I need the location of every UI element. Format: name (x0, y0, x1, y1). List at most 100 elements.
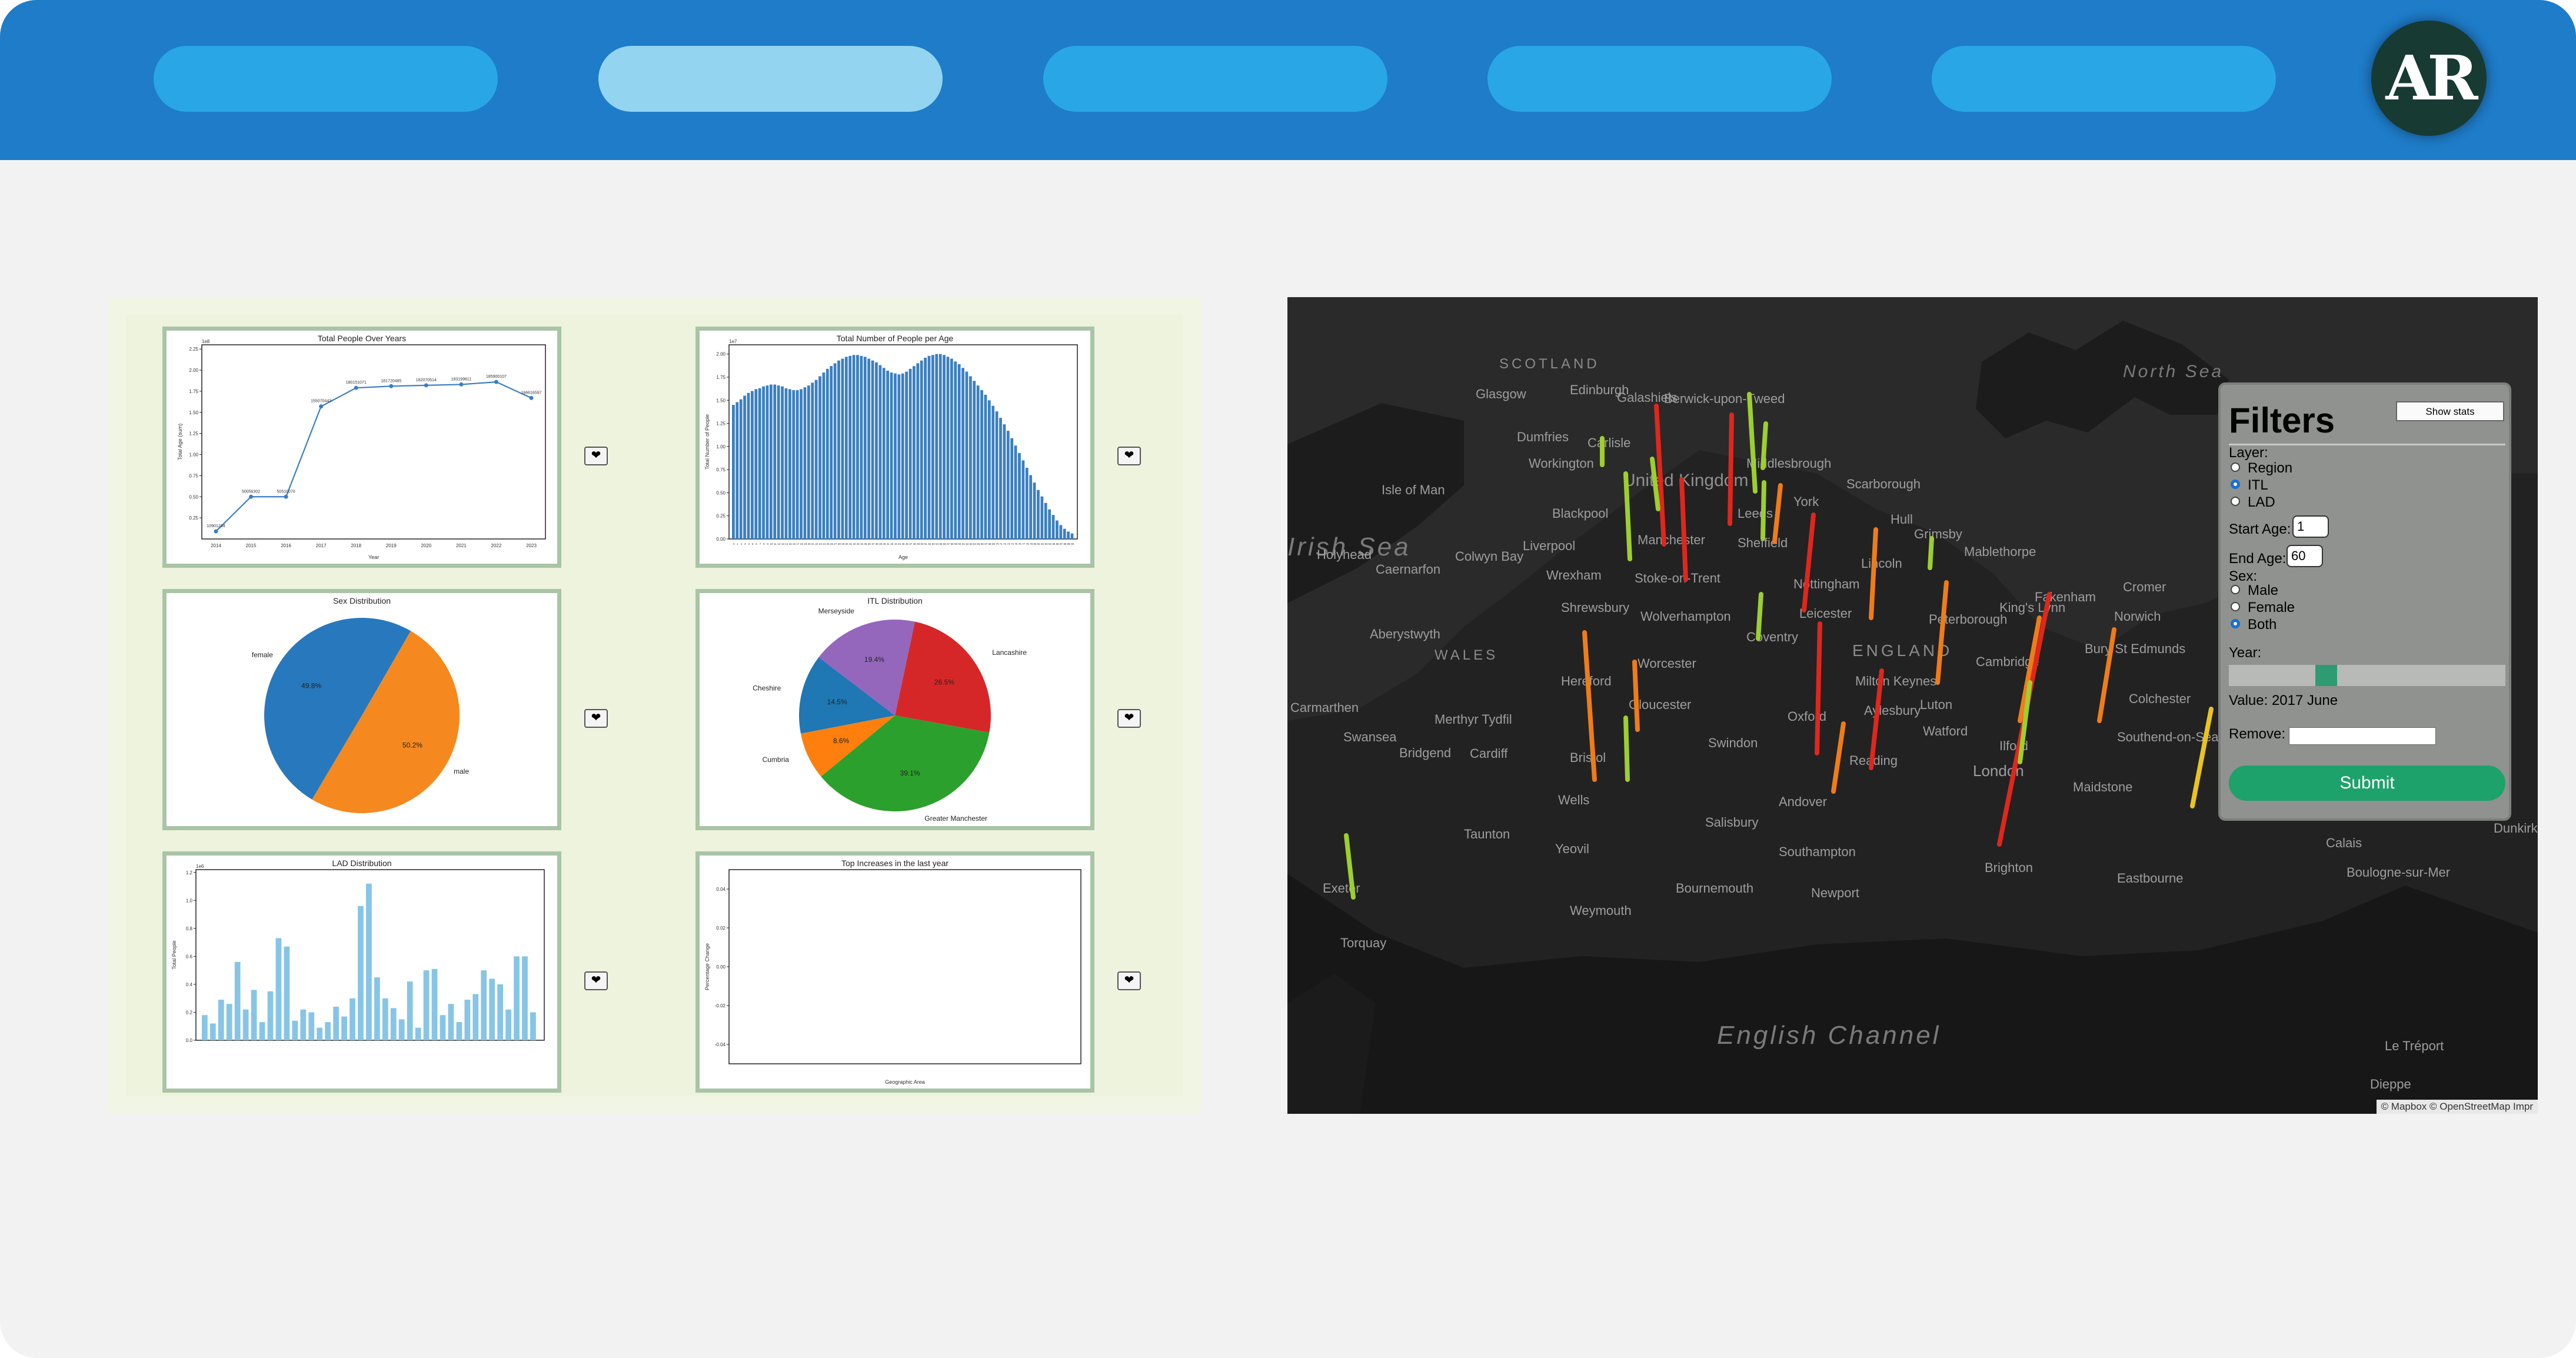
map-bar[interactable] (1935, 580, 1949, 685)
chart-card-top-increases: Top Increases in the last year Geographic… (695, 851, 1094, 1093)
layer-radio-region[interactable] (2231, 462, 2240, 472)
age-bar (1033, 482, 1036, 539)
map-bar[interactable] (1869, 527, 1878, 620)
y-tick-label: 2.00 (189, 368, 198, 373)
age-bar (822, 372, 826, 539)
chart-title: Total People Over Years (318, 334, 406, 343)
age-bar (875, 362, 878, 539)
show-stats-button[interactable]: Show stats (2396, 401, 2504, 421)
x-tick-label: 10 (770, 542, 774, 545)
x-tick-label: 23 (819, 542, 823, 545)
map-bar[interactable] (1582, 630, 1597, 782)
y-tick-label: 1.2 (186, 870, 193, 876)
favorite-button-6[interactable]: ❤ (1117, 971, 1141, 990)
x-tick-label: 2021 (456, 543, 467, 548)
nav-pill-3[interactable] (1043, 46, 1387, 112)
logo-text: AR (2385, 42, 2478, 114)
layer-radio-itl[interactable] (2231, 480, 2240, 489)
age-bar (803, 387, 807, 539)
year-slider[interactable] (2229, 665, 2505, 686)
age-bar (788, 389, 791, 539)
map-bar[interactable] (1815, 621, 1822, 755)
map-bar[interactable] (1928, 536, 1934, 570)
map-attribution[interactable]: © Mapbox © OpenStreetMap Impr (2376, 1100, 2538, 1114)
x-tick-label: 89 (1067, 542, 1071, 545)
x-tick-label: 80 (1033, 542, 1037, 545)
y-tick-label: 1.75 (189, 389, 198, 394)
y-tick-label: 2.25 (189, 347, 198, 352)
ar-logo[interactable]: AR (2371, 21, 2487, 136)
age-bar (781, 386, 784, 539)
submit-button[interactable]: Submit (2229, 765, 2505, 801)
heart-icon: ❤ (1124, 974, 1134, 987)
sex-radio-both[interactable] (2231, 619, 2240, 628)
age-bar (912, 366, 916, 539)
map-bar[interactable] (1869, 668, 1884, 770)
map-bar[interactable] (1747, 392, 1758, 494)
axis-scale-label: 1e7 (729, 339, 737, 344)
nav-pill-1[interactable] (154, 46, 498, 112)
series-line (215, 381, 532, 532)
x-tick-label: 2023 (526, 543, 537, 548)
age-bar (758, 388, 761, 539)
map-bar[interactable] (2097, 627, 2116, 723)
nav-pill-2-active[interactable] (598, 46, 943, 112)
map-bar[interactable] (1344, 833, 1356, 900)
favorite-button-5[interactable]: ❤ (584, 971, 608, 990)
age-bar (871, 360, 874, 539)
favorite-button-4[interactable]: ❤ (1117, 709, 1141, 728)
map-bar[interactable] (2190, 707, 2214, 808)
end-age-input[interactable]: 60 (2287, 545, 2323, 567)
data-point (529, 395, 534, 400)
x-tick-label: 72 (1003, 542, 1007, 545)
x-tick-label: 31 (849, 542, 853, 545)
age-bar (969, 376, 972, 539)
start-age-input[interactable]: 1 (2292, 515, 2329, 538)
age-bar (773, 384, 777, 539)
chart-title: Top Increases in the last year (841, 858, 948, 868)
y-axis-label: Total People (171, 940, 177, 970)
remove-input[interactable] (2289, 727, 2436, 745)
age-bar (905, 371, 908, 539)
layer-radio-lad[interactable] (2231, 497, 2240, 506)
map-bar[interactable] (1728, 412, 1734, 526)
age-bar (800, 389, 803, 539)
map-bar[interactable] (1760, 480, 1766, 541)
map-bar[interactable] (1654, 404, 1666, 547)
x-tick-label: 44 (898, 542, 901, 545)
nav-pill-4[interactable] (1487, 46, 1832, 112)
x-tick-label: 82 (1041, 542, 1044, 545)
x-tick-label: 2017 (316, 543, 327, 548)
x-axis-label: Year (368, 554, 379, 560)
map-bar[interactable] (1623, 715, 1630, 782)
map-bar[interactable] (1760, 421, 1768, 470)
favorite-button-1[interactable]: ❤ (584, 447, 608, 465)
x-tick-label: 51 (924, 542, 928, 545)
map-bar[interactable] (1772, 483, 1783, 544)
data-point (214, 529, 218, 534)
x-tick-label: 73 (1007, 542, 1011, 545)
y-tick-label: 1.00 (716, 444, 725, 450)
x-tick-label: 32 (853, 542, 856, 545)
x-tick-label: 1 (737, 542, 738, 545)
age-bar (844, 357, 848, 539)
map-bar[interactable] (1831, 721, 1846, 794)
map-bar[interactable] (1756, 592, 1763, 641)
map-bar[interactable] (1802, 512, 1816, 613)
x-tick-label: 83 (1045, 542, 1049, 545)
sex-radio-female[interactable] (2231, 602, 2240, 611)
favorite-button-2[interactable]: ❤ (1117, 447, 1141, 465)
age-bar (1003, 424, 1006, 539)
age-bar (890, 372, 893, 539)
x-tick-label: 19 (804, 542, 807, 545)
nav-pill-5[interactable] (1932, 46, 2276, 112)
map-bar[interactable] (1632, 660, 1640, 732)
map-bar[interactable] (1623, 471, 1632, 561)
chart-card-itl-distribution: ITL Distribution 26.5% Lancashire 39.1% Grea… (695, 589, 1094, 830)
favorite-button-3[interactable]: ❤ (584, 709, 608, 728)
y-tick-label: 0.2 (186, 1010, 193, 1015)
year-slider-handle[interactable] (2315, 665, 2338, 686)
map-bar[interactable] (1650, 457, 1660, 511)
map-bar[interactable] (1679, 477, 1688, 582)
sex-radio-male[interactable] (2231, 585, 2240, 594)
